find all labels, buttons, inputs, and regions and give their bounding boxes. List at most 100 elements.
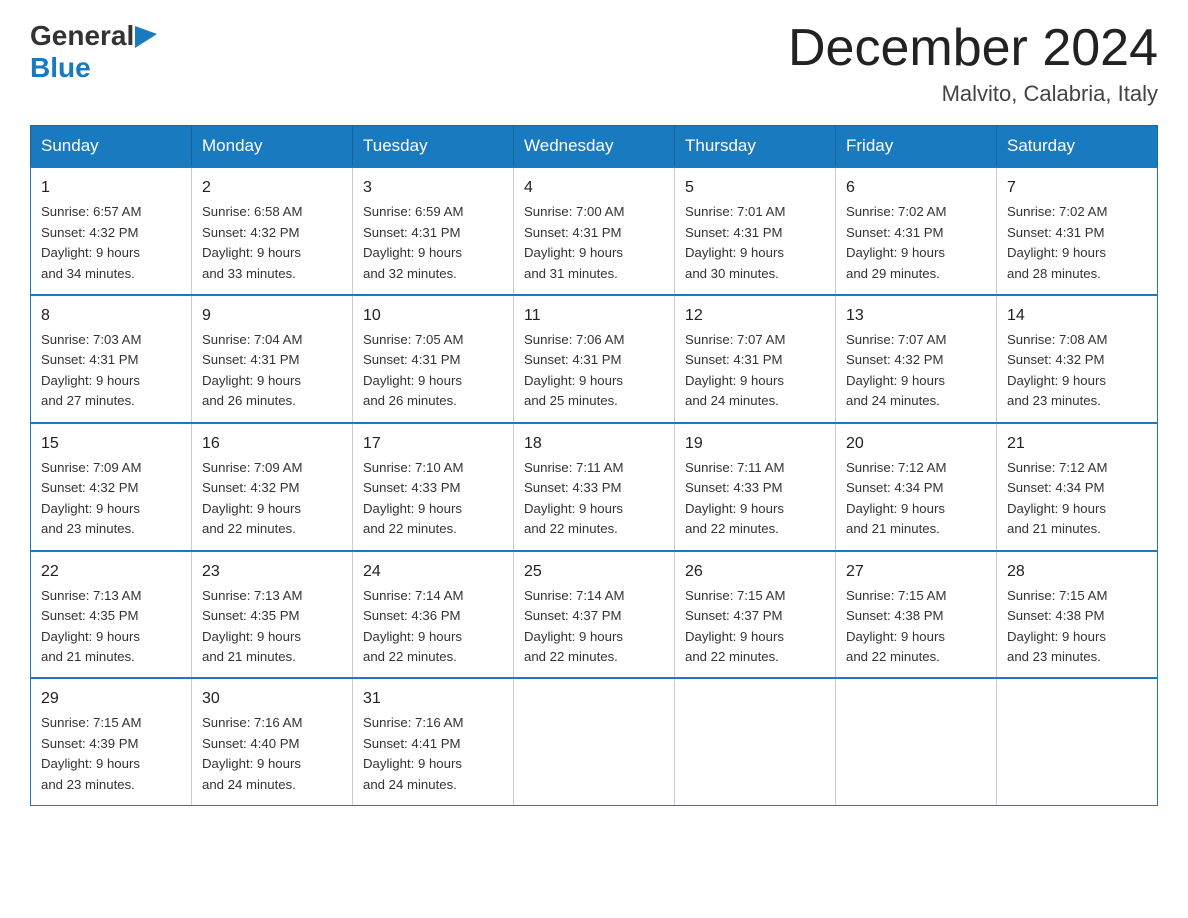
calendar-day-header: Wednesday	[514, 126, 675, 168]
calendar-cell: 8 Sunrise: 7:03 AMSunset: 4:31 PMDaylight…	[31, 295, 192, 423]
calendar-cell: 26Sunrise: 7:15 AMSunset: 4:37 PMDayligh…	[675, 551, 836, 679]
day-number: 27	[846, 560, 986, 584]
calendar-cell: 16 Sunrise: 7:09 AMSunset: 4:32 PMDayligh…	[192, 423, 353, 551]
calendar-week-row: 8 Sunrise: 7:03 AMSunset: 4:31 PMDaylight…	[31, 295, 1158, 423]
day-info: Sunrise: 6:59 AMSunset: 4:31 PMDaylight:…	[363, 204, 463, 280]
day-info: Sunrise: 7:09 AMSunset: 4:32 PMDaylight:…	[202, 460, 302, 536]
day-number: 2	[202, 176, 342, 200]
calendar-day-header: Saturday	[997, 126, 1158, 168]
day-number: 26	[685, 560, 825, 584]
day-number: 21	[1007, 432, 1147, 456]
day-number: 28	[1007, 560, 1147, 584]
day-number: 24	[363, 560, 503, 584]
calendar-cell	[836, 678, 997, 805]
calendar-cell: 13Sunrise: 7:07 AMSunset: 4:32 PMDayligh…	[836, 295, 997, 423]
calendar-cell	[997, 678, 1158, 805]
day-info: Sunrise: 7:12 AMSunset: 4:34 PMDaylight:…	[846, 460, 946, 536]
calendar-cell: 17Sunrise: 7:10 AMSunset: 4:33 PMDayligh…	[353, 423, 514, 551]
calendar-cell: 5Sunrise: 7:01 AMSunset: 4:31 PMDaylight…	[675, 167, 836, 295]
calendar-cell: 21 Sunrise: 7:12 AMSunset: 4:34 PMDayligh…	[997, 423, 1158, 551]
calendar-cell	[514, 678, 675, 805]
day-info: Sunrise: 7:15 AMSunset: 4:39 PMDaylight:…	[41, 715, 141, 791]
calendar-day-header: Thursday	[675, 126, 836, 168]
day-number: 23	[202, 560, 342, 584]
calendar-cell: 9Sunrise: 7:04 AMSunset: 4:31 PMDaylight…	[192, 295, 353, 423]
day-number: 13	[846, 304, 986, 328]
calendar-week-row: 29 Sunrise: 7:15 AMSunset: 4:39 PMDayligh…	[31, 678, 1158, 805]
calendar-cell: 23 Sunrise: 7:13 AMSunset: 4:35 PMDayligh…	[192, 551, 353, 679]
calendar-week-row: 1Sunrise: 6:57 AMSunset: 4:32 PMDaylight…	[31, 167, 1158, 295]
day-number: 11	[524, 304, 664, 328]
day-info: Sunrise: 7:14 AMSunset: 4:36 PMDaylight:…	[363, 588, 463, 664]
calendar-cell: 11 Sunrise: 7:06 AMSunset: 4:31 PMDayligh…	[514, 295, 675, 423]
day-number: 1	[41, 176, 181, 200]
day-number: 29	[41, 687, 181, 711]
calendar-day-header: Tuesday	[353, 126, 514, 168]
day-info: Sunrise: 7:02 AMSunset: 4:31 PMDaylight:…	[846, 204, 946, 280]
day-info: Sunrise: 7:12 AMSunset: 4:34 PMDaylight:…	[1007, 460, 1107, 536]
title-block: December 2024 Malvito, Calabria, Italy	[788, 20, 1158, 107]
calendar-day-header: Sunday	[31, 126, 192, 168]
calendar-day-header: Monday	[192, 126, 353, 168]
day-number: 22	[41, 560, 181, 584]
day-number: 18	[524, 432, 664, 456]
day-number: 19	[685, 432, 825, 456]
logo-general-text: General	[30, 20, 134, 52]
calendar-cell: 2 Sunrise: 6:58 AMSunset: 4:32 PMDaylight…	[192, 167, 353, 295]
day-info: Sunrise: 7:15 AMSunset: 4:38 PMDaylight:…	[846, 588, 946, 664]
day-number: 15	[41, 432, 181, 456]
calendar-cell: 20 Sunrise: 7:12 AMSunset: 4:34 PMDayligh…	[836, 423, 997, 551]
calendar-cell: 25Sunrise: 7:14 AMSunset: 4:37 PMDayligh…	[514, 551, 675, 679]
day-number: 7	[1007, 176, 1147, 200]
calendar-cell: 19Sunrise: 7:11 AMSunset: 4:33 PMDayligh…	[675, 423, 836, 551]
calendar-cell: 1Sunrise: 6:57 AMSunset: 4:32 PMDaylight…	[31, 167, 192, 295]
calendar-day-header: Friday	[836, 126, 997, 168]
day-number: 8	[41, 304, 181, 328]
day-number: 6	[846, 176, 986, 200]
calendar-cell: 4 Sunrise: 7:00 AMSunset: 4:31 PMDaylight…	[514, 167, 675, 295]
day-info: Sunrise: 7:13 AMSunset: 4:35 PMDaylight:…	[202, 588, 302, 664]
calendar-cell: 22 Sunrise: 7:13 AMSunset: 4:35 PMDayligh…	[31, 551, 192, 679]
day-info: Sunrise: 6:58 AMSunset: 4:32 PMDaylight:…	[202, 204, 302, 280]
day-number: 4	[524, 176, 664, 200]
day-number: 31	[363, 687, 503, 711]
day-info: Sunrise: 7:05 AMSunset: 4:31 PMDaylight:…	[363, 332, 463, 408]
day-number: 3	[363, 176, 503, 200]
day-info: Sunrise: 7:15 AMSunset: 4:38 PMDaylight:…	[1007, 588, 1107, 664]
day-info: Sunrise: 7:11 AMSunset: 4:33 PMDaylight:…	[524, 460, 623, 536]
day-info: Sunrise: 7:06 AMSunset: 4:31 PMDaylight:…	[524, 332, 624, 408]
calendar-cell: 12 Sunrise: 7:07 AMSunset: 4:31 PMDayligh…	[675, 295, 836, 423]
calendar-cell: 14 Sunrise: 7:08 AMSunset: 4:32 PMDayligh…	[997, 295, 1158, 423]
calendar-table: SundayMondayTuesdayWednesdayThursdayFrid…	[30, 125, 1158, 806]
calendar-week-row: 15 Sunrise: 7:09 AMSunset: 4:32 PMDayligh…	[31, 423, 1158, 551]
day-number: 12	[685, 304, 825, 328]
calendar-cell: 6 Sunrise: 7:02 AMSunset: 4:31 PMDaylight…	[836, 167, 997, 295]
day-info: Sunrise: 7:14 AMSunset: 4:37 PMDaylight:…	[524, 588, 624, 664]
calendar-cell: 31 Sunrise: 7:16 AMSunset: 4:41 PMDayligh…	[353, 678, 514, 805]
page-header: General Blue December 2024 Malvito, Cala…	[30, 20, 1158, 107]
day-info: Sunrise: 7:07 AMSunset: 4:31 PMDaylight:…	[685, 332, 785, 408]
calendar-cell: 18 Sunrise: 7:11 AMSunset: 4:33 PMDayligh…	[514, 423, 675, 551]
day-number: 20	[846, 432, 986, 456]
day-number: 16	[202, 432, 342, 456]
calendar-cell: 7 Sunrise: 7:02 AMSunset: 4:31 PMDaylight…	[997, 167, 1158, 295]
day-number: 30	[202, 687, 342, 711]
calendar-cell: 27 Sunrise: 7:15 AMSunset: 4:38 PMDayligh…	[836, 551, 997, 679]
calendar-cell: 15Sunrise: 7:09 AMSunset: 4:32 PMDayligh…	[31, 423, 192, 551]
logo: General Blue	[30, 20, 157, 84]
calendar-cell: 30Sunrise: 7:16 AMSunset: 4:40 PMDayligh…	[192, 678, 353, 805]
day-info: Sunrise: 7:13 AMSunset: 4:35 PMDaylight:…	[41, 588, 141, 664]
day-info: Sunrise: 7:16 AMSunset: 4:41 PMDaylight:…	[363, 715, 463, 791]
day-number: 17	[363, 432, 503, 456]
day-number: 9	[202, 304, 342, 328]
day-info: Sunrise: 7:02 AMSunset: 4:31 PMDaylight:…	[1007, 204, 1107, 280]
day-info: Sunrise: 7:03 AMSunset: 4:31 PMDaylight:…	[41, 332, 141, 408]
calendar-week-row: 22 Sunrise: 7:13 AMSunset: 4:35 PMDayligh…	[31, 551, 1158, 679]
subtitle: Malvito, Calabria, Italy	[788, 81, 1158, 107]
day-number: 14	[1007, 304, 1147, 328]
day-info: Sunrise: 7:08 AMSunset: 4:32 PMDaylight:…	[1007, 332, 1107, 408]
main-title: December 2024	[788, 20, 1158, 77]
calendar-cell: 24 Sunrise: 7:14 AMSunset: 4:36 PMDayligh…	[353, 551, 514, 679]
day-info: Sunrise: 7:00 AMSunset: 4:31 PMDaylight:…	[524, 204, 624, 280]
calendar-cell: 29 Sunrise: 7:15 AMSunset: 4:39 PMDayligh…	[31, 678, 192, 805]
